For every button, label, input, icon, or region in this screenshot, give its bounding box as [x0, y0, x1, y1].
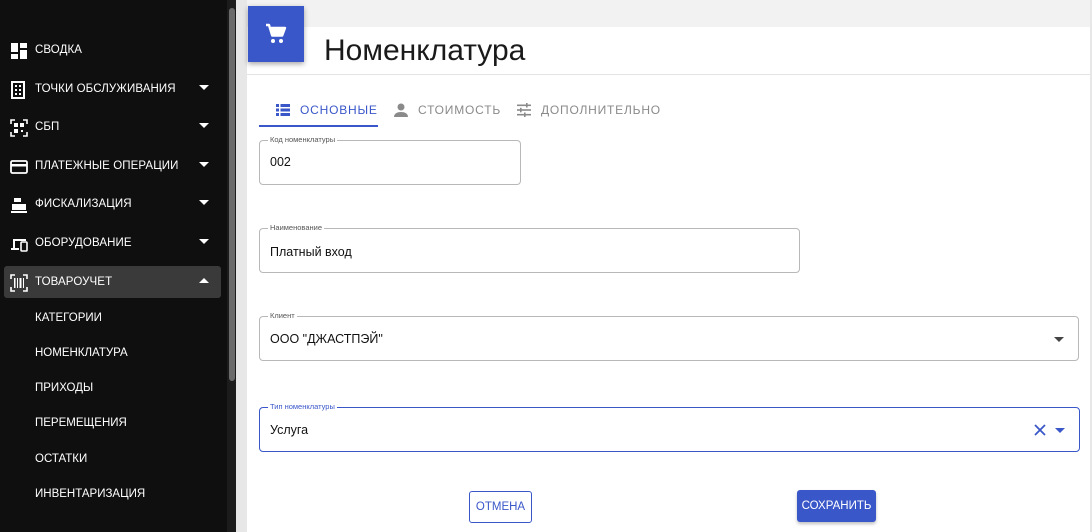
header-badge: [248, 6, 304, 62]
barcode-icon: [10, 274, 28, 292]
sidebar-item-label: ТОЧКИ ОБСЛУЖИВАНИЯ: [35, 83, 176, 95]
person-icon: [394, 103, 408, 117]
chevron-up-icon: [199, 278, 209, 283]
tab-cost[interactable]: СТОИМОСТЬ: [393, 93, 501, 127]
tune-icon: [517, 103, 531, 117]
building-icon: [11, 81, 25, 99]
code-field-value[interactable]: 002: [270, 155, 291, 169]
chevron-down-icon: [199, 85, 209, 90]
chevron-down-icon: [199, 239, 209, 244]
page-title: Номенклатура: [324, 34, 526, 67]
sidebar-item-payments[interactable]: ПЛАТЕЖНЫЕ ОПЕРАЦИИ: [4, 150, 221, 182]
tab-main[interactable]: ОСНОВНЫЕ: [275, 93, 378, 127]
sidebar-item-label: ТОВАРОУЧЕТ: [35, 276, 113, 288]
list-icon: [276, 104, 290, 116]
shopping-cart-icon: [266, 23, 287, 43]
name-field[interactable]: Наименование Платный вход: [259, 223, 800, 273]
chevron-down-icon[interactable]: [1055, 428, 1065, 433]
sidebar-item-label: СВОДКА: [35, 44, 83, 56]
name-field-value[interactable]: Платный вход: [270, 245, 352, 259]
sidebar-subitem-transfers[interactable]: ПЕРЕМЕЩЕНИЯ: [35, 417, 127, 429]
tab-additional[interactable]: ДОПОЛНИТЕЛЬНО: [516, 93, 661, 127]
chevron-down-icon: [199, 123, 209, 128]
sidebar-subitem-categories[interactable]: КАТЕГОРИИ: [35, 312, 102, 324]
credit-card-icon: [10, 160, 28, 174]
sidebar: СВОДКА ТОЧКИ ОБСЛУЖИВАНИЯ СБП ПЛАТЕЖНЫЕ …: [0, 0, 227, 532]
chevron-down-icon: [199, 200, 209, 205]
client-select[interactable]: Клиент ООО "ДЖАСТПЭЙ": [259, 311, 1079, 361]
sidebar-item-label: ФИСКАЛИЗАЦИЯ: [35, 198, 132, 210]
type-select-value: Услуга: [270, 423, 309, 437]
devices-icon: [11, 239, 28, 252]
sidebar-subitem-stock[interactable]: ОСТАТКИ: [35, 453, 87, 465]
save-button[interactable]: СОХРАНИТЬ: [797, 490, 876, 522]
sidebar-item-label: ПЛАТЕЖНЫЕ ОПЕРАЦИИ: [35, 160, 179, 172]
chevron-down-icon: [199, 162, 209, 167]
sidebar-subitem-nomenclature[interactable]: НОМЕНКЛАТУРА: [35, 347, 128, 359]
type-select[interactable]: Тип номенклатуры Услуга: [259, 402, 1080, 452]
tab-label: СТОИМОСТЬ: [418, 103, 502, 117]
sidebar-item-service-points[interactable]: ТОЧКИ ОБСЛУЖИВАНИЯ: [4, 73, 221, 105]
tab-label: ОСНОВНЫЕ: [300, 103, 378, 117]
sidebar-item-equipment[interactable]: ОБОРУДОВАНИЕ: [4, 227, 221, 259]
title-divider: [247, 74, 1090, 75]
cash-register-icon: [11, 198, 27, 213]
dashboard-icon: [11, 43, 27, 59]
sidebar-item-inventory[interactable]: ТОВАРОУЧЕТ: [4, 266, 221, 298]
type-select-label: Тип номенклатуры: [268, 402, 337, 412]
qr-code-icon: [10, 119, 28, 137]
chevron-down-icon[interactable]: [1054, 337, 1064, 342]
code-field[interactable]: Код номенклатуры 002: [259, 135, 521, 185]
header-strip: [247, 0, 1090, 27]
content-gutter: [236, 0, 247, 532]
sidebar-item-label: ОБОРУДОВАНИЕ: [35, 237, 132, 249]
client-select-label: Клиент: [268, 311, 297, 321]
tab-label: ДОПОЛНИТЕЛЬНО: [541, 103, 661, 117]
name-field-label: Наименование: [268, 223, 324, 233]
sidebar-subitem-receipts[interactable]: ПРИХОДЫ: [35, 382, 93, 394]
sidebar-item-summary[interactable]: СВОДКА: [4, 34, 221, 66]
code-field-label: Код номенклатуры: [268, 135, 338, 145]
sidebar-item-fiscalization[interactable]: ФИСКАЛИЗАЦИЯ: [4, 188, 221, 220]
active-tab-indicator: [259, 125, 378, 127]
client-select-value: ООО "ДЖАСТПЭЙ": [270, 332, 383, 346]
cancel-button[interactable]: ОТМЕНА: [469, 491, 532, 523]
sidebar-item-label: СБП: [35, 121, 60, 133]
sidebar-scrollbar-thumb[interactable]: [229, 8, 235, 381]
sidebar-item-sbp[interactable]: СБП: [4, 111, 221, 143]
sidebar-subitem-stocktaking[interactable]: ИНВЕНТАРИЗАЦИЯ: [35, 488, 145, 500]
close-icon[interactable]: [1033, 423, 1047, 437]
